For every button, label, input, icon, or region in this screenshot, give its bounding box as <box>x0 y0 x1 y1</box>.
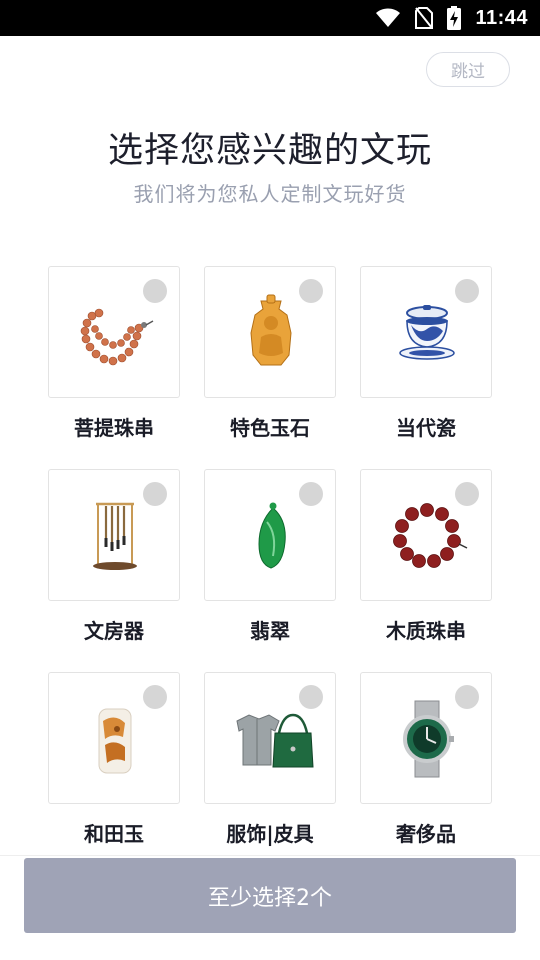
check-icon <box>455 482 479 506</box>
category-card-stationery[interactable] <box>48 469 180 601</box>
category-card-wooden-beads[interactable] <box>360 469 492 601</box>
category-card-clothing-leather[interactable] <box>204 672 336 804</box>
category-label: 奢侈品 <box>396 822 456 846</box>
category-card-contemporary-porcelain[interactable] <box>360 266 492 398</box>
no-sim-icon <box>415 7 434 29</box>
page-subtitle: 我们将为您私人定制文玩好货 <box>133 182 407 206</box>
category-label: 文房器 <box>84 619 144 643</box>
check-icon <box>299 279 323 303</box>
category-label: 特色玉石 <box>230 416 310 440</box>
category-card-bodhi-beads[interactable] <box>48 266 180 398</box>
category-card-hetian-jade[interactable] <box>48 672 180 804</box>
category-card-luxury[interactable] <box>360 672 492 804</box>
category-label: 菩提珠串 <box>74 416 154 440</box>
category-card-jadeite[interactable] <box>204 469 336 601</box>
check-icon <box>143 279 167 303</box>
category-card-jade-stone[interactable] <box>204 266 336 398</box>
category-label: 服饰|皮具 <box>226 822 314 846</box>
check-icon <box>143 685 167 709</box>
confirm-selection-button[interactable]: 至少选择2个 <box>24 858 516 933</box>
skip-button[interactable]: 跳过 <box>426 52 510 87</box>
battery-charging-icon <box>447 6 462 30</box>
status-bar: 11:44 <box>0 0 540 36</box>
category-label: 木质珠串 <box>386 619 466 643</box>
check-icon <box>455 279 479 303</box>
check-icon <box>143 482 167 506</box>
check-icon <box>299 685 323 709</box>
status-icons: 11:44 <box>375 0 528 36</box>
category-label: 和田玉 <box>84 822 144 846</box>
page-title: 选择您感兴趣的文玩 <box>107 131 432 171</box>
footer-divider <box>0 855 540 856</box>
check-icon <box>455 685 479 709</box>
clock: 11:44 <box>475 6 528 29</box>
check-icon <box>299 482 323 506</box>
category-label: 当代瓷 <box>396 416 456 440</box>
wifi-icon <box>376 8 401 27</box>
category-label: 翡翠 <box>250 619 290 643</box>
